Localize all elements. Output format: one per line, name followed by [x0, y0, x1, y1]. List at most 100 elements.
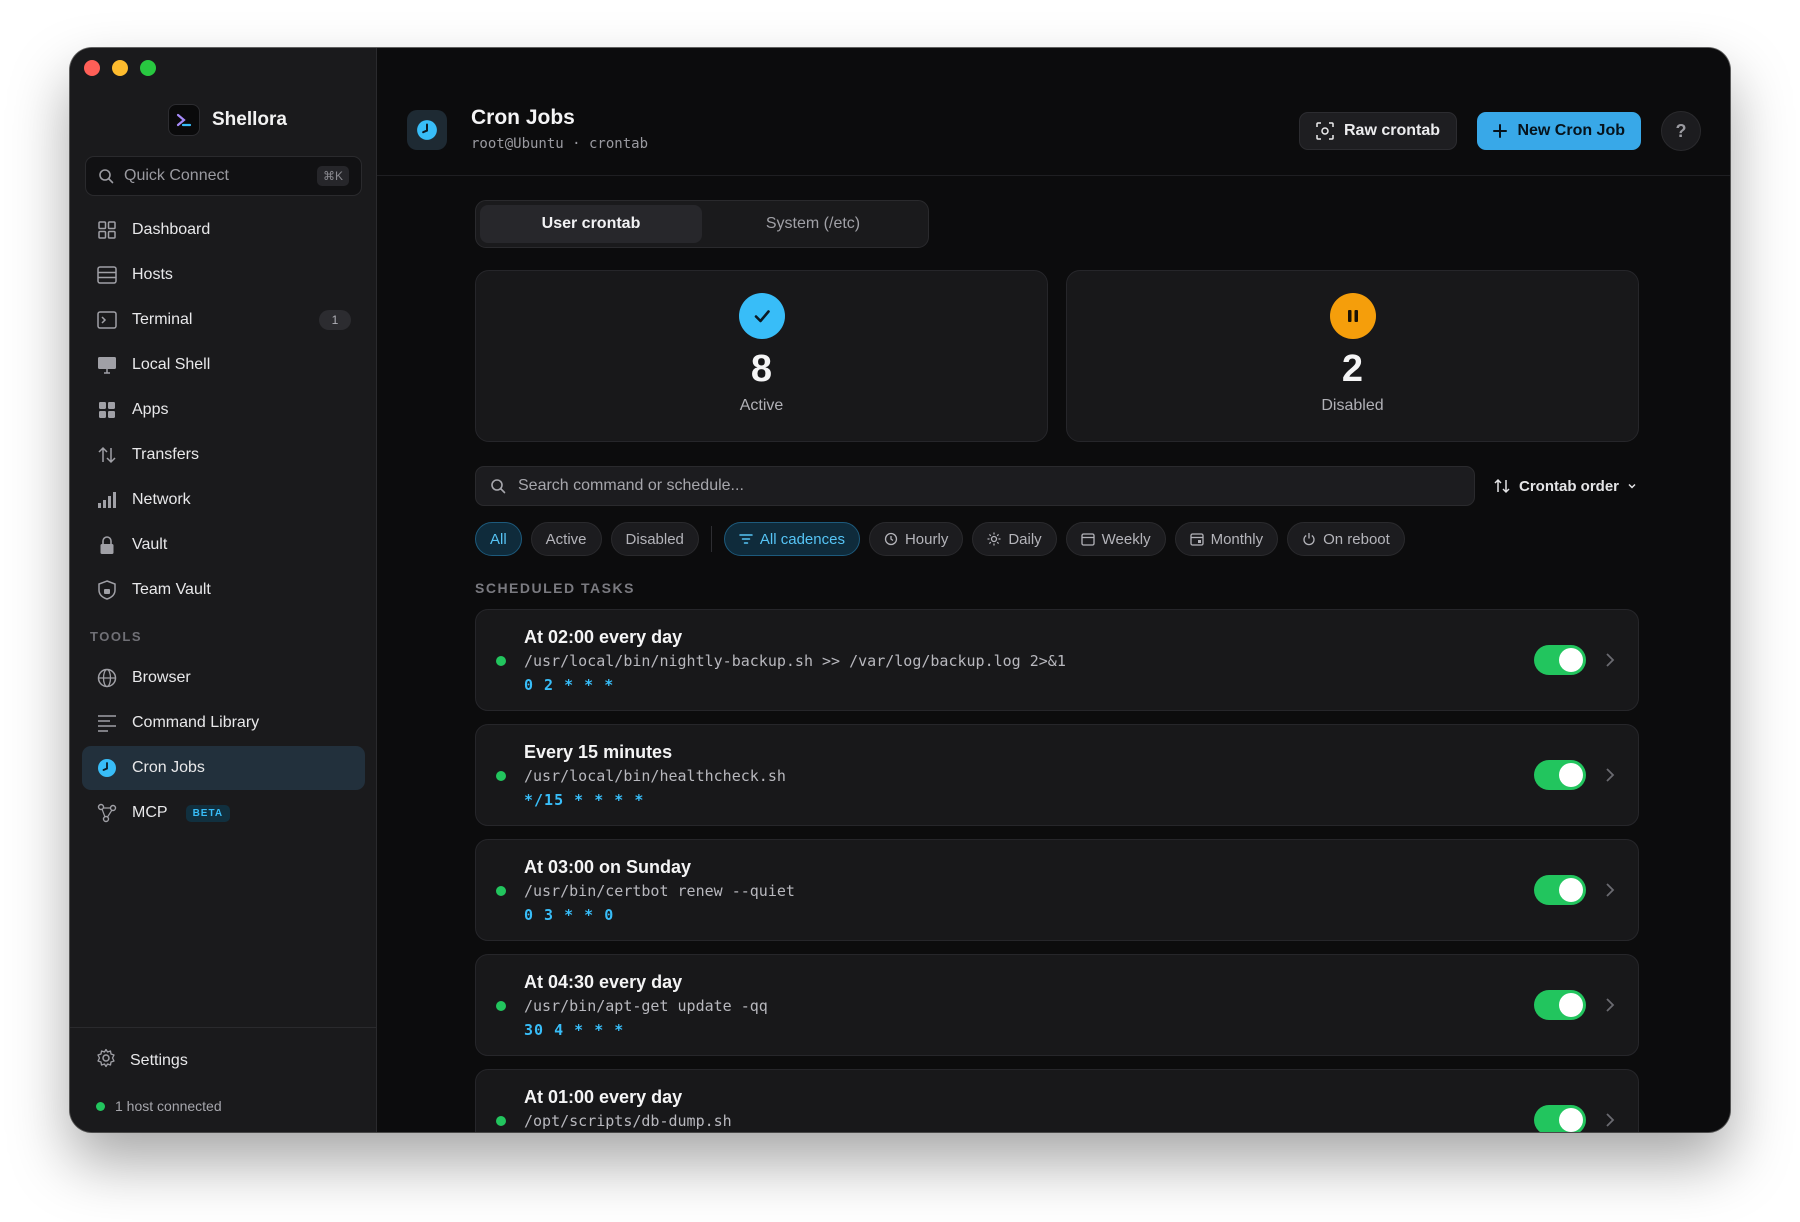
task-title: Every 15 minutes: [524, 742, 673, 762]
sidebar-item-label: Dashboard: [132, 221, 211, 238]
filter-chips: All Active Disabled All cadences Hourly …: [475, 522, 1639, 556]
chevron-right-icon[interactable]: [1600, 1108, 1620, 1132]
enabled-status-dot: [496, 656, 506, 666]
sun-icon: [987, 532, 1001, 546]
terminal-icon: [96, 309, 118, 331]
filter-on-reboot[interactable]: On reboot: [1287, 522, 1405, 556]
sidebar: Shellora Quick Connect ⌘K Dashboard Host…: [70, 48, 377, 1132]
sidebar-item-local-shell[interactable]: Local Shell: [82, 343, 365, 387]
minimize-window-button[interactable]: [112, 60, 128, 76]
task-row[interactable]: At 02:00 every day /usr/local/bin/nightl…: [475, 609, 1639, 711]
chevron-right-icon[interactable]: [1600, 648, 1620, 672]
task-row[interactable]: At 04:30 every day /usr/bin/apt-get upda…: [475, 954, 1639, 1056]
disabled-label: Disabled: [1321, 396, 1384, 414]
transfer-arrows-icon: [96, 444, 118, 466]
sidebar-item-hosts[interactable]: Hosts: [82, 253, 365, 297]
toggle-knob: [1559, 648, 1583, 672]
cron-clock-icon: [407, 110, 447, 150]
filter-label: On reboot: [1323, 530, 1390, 548]
filter-all[interactable]: All: [475, 522, 522, 556]
apps-icon: [96, 399, 118, 421]
cron-content: User crontab System (/etc) 8 Active 2 Di: [475, 200, 1639, 1132]
sidebar-item-mcp[interactable]: MCP BETA: [82, 791, 365, 835]
task-enable-toggle[interactable]: [1534, 875, 1586, 905]
sort-arrows-icon: [1494, 478, 1510, 494]
filter-label: Hourly: [904, 530, 949, 548]
plus-icon: [1493, 124, 1508, 138]
sidebar-item-apps[interactable]: Apps: [82, 388, 365, 432]
sort-dropdown[interactable]: Crontab order: [1493, 477, 1637, 495]
filter-weekly[interactable]: Weekly: [1065, 522, 1166, 556]
calendar-icon: [1081, 533, 1095, 546]
app-name: Shellora: [212, 109, 287, 130]
filter-label: Weekly: [1101, 530, 1151, 548]
filter-all-cadences[interactable]: All cadences: [723, 522, 860, 556]
sidebar-item-transfers[interactable]: Transfers: [82, 433, 365, 477]
filter-hourly[interactable]: Hourly: [868, 522, 964, 556]
sidebar-item-command-library[interactable]: Command Library: [82, 701, 365, 745]
task-title: At 04:30 every day: [524, 972, 683, 992]
shield-lock-icon: [96, 579, 118, 601]
filter-label: Monthly: [1210, 530, 1264, 548]
task-row[interactable]: Every 15 minutes /usr/local/bin/healthch…: [475, 724, 1639, 826]
task-enable-toggle[interactable]: [1534, 1105, 1586, 1132]
raw-crontab-button[interactable]: Raw crontab: [1298, 112, 1457, 150]
tab-system-crontab[interactable]: System (/etc): [702, 205, 924, 243]
search-icon: [491, 479, 506, 494]
sidebar-item-vault[interactable]: Vault: [82, 523, 365, 567]
toggle-knob: [1559, 763, 1583, 787]
sidebar-item-label: Hosts: [132, 266, 173, 283]
sidebar-item-terminal[interactable]: Terminal 1: [82, 298, 365, 342]
connection-status-text: 1 host connected: [115, 1098, 222, 1114]
task-row[interactable]: At 01:00 every day /opt/scripts/db-dump.…: [475, 1069, 1639, 1132]
enabled-status-dot: [496, 1116, 506, 1126]
sidebar-item-cron-jobs[interactable]: Cron Jobs: [82, 746, 365, 790]
connection-status: 1 host connected: [96, 1098, 222, 1114]
globe-icon: [96, 667, 118, 689]
task-enable-toggle[interactable]: [1534, 990, 1586, 1020]
chevron-right-icon[interactable]: [1600, 993, 1620, 1017]
search-input[interactable]: Search command or schedule...: [475, 466, 1475, 506]
sidebar-nav: Dashboard Hosts Terminal 1 Local Shell A…: [82, 208, 365, 836]
task-row[interactable]: At 03:00 on Sunday /usr/bin/certbot rene…: [475, 839, 1639, 941]
filter-monthly[interactable]: Monthly: [1174, 522, 1279, 556]
task-enable-toggle[interactable]: [1534, 645, 1586, 675]
settings-button[interactable]: Settings: [96, 1048, 188, 1073]
main-panel: Cron Jobs root@Ubuntu · crontab Raw cron…: [377, 48, 1730, 1132]
chevron-right-icon[interactable]: [1600, 763, 1620, 787]
bar-signal-icon: [96, 489, 118, 511]
zoom-window-button[interactable]: [140, 60, 156, 76]
new-cron-job-button[interactable]: New Cron Job: [1477, 112, 1641, 150]
quick-connect-placeholder: Quick Connect: [124, 167, 229, 184]
server-icon: [96, 264, 118, 286]
filter-daily[interactable]: Daily: [972, 522, 1057, 556]
sidebar-item-label: MCP: [132, 804, 168, 821]
chevron-down-icon: [1628, 483, 1636, 489]
sidebar-item-dashboard[interactable]: Dashboard: [82, 208, 365, 252]
filter-disabled[interactable]: Disabled: [610, 522, 699, 556]
sidebar-item-label: Cron Jobs: [132, 759, 205, 776]
monitor-icon: [96, 354, 118, 376]
pause-circle-icon: [1329, 293, 1376, 339]
task-title: At 02:00 every day: [524, 627, 683, 647]
sidebar-item-team-vault[interactable]: Team Vault: [82, 568, 365, 612]
sidebar-item-browser[interactable]: Browser: [82, 656, 365, 700]
check-circle-icon: [738, 293, 785, 339]
sidebar-item-network[interactable]: Network: [82, 478, 365, 522]
task-command: /usr/bin/certbot renew --quiet: [524, 882, 795, 900]
search-icon: [99, 169, 114, 184]
help-button[interactable]: ?: [1661, 111, 1701, 151]
quick-connect-input[interactable]: Quick Connect ⌘K: [85, 156, 362, 196]
clock-icon: [884, 532, 898, 546]
task-enable-toggle[interactable]: [1534, 760, 1586, 790]
active-stat-card: 8 Active: [475, 270, 1048, 442]
chevron-right-icon[interactable]: [1600, 878, 1620, 902]
app-logo-icon: [168, 104, 200, 136]
filter-active[interactable]: Active: [530, 522, 602, 556]
close-window-button[interactable]: [84, 60, 100, 76]
task-cron-expression: 0 2 * * *: [524, 676, 615, 694]
tab-user-crontab[interactable]: User crontab: [480, 205, 702, 243]
search-row: Search command or schedule... Crontab or…: [475, 466, 1639, 506]
sidebar-item-label: Terminal: [132, 311, 193, 328]
task-title: At 01:00 every day: [524, 1087, 683, 1107]
